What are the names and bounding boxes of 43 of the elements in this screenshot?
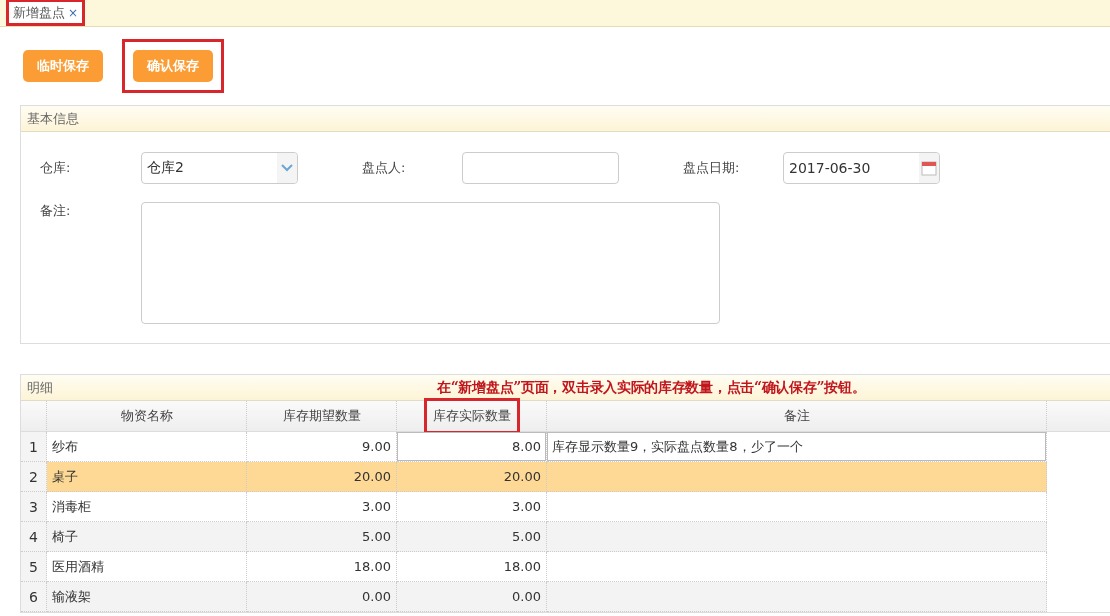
- field-label: 备注:: [40, 202, 71, 220]
- table-cell: 0.00: [397, 582, 547, 612]
- table-cell: 20.00: [397, 462, 547, 492]
- table-cell: 3.00: [247, 492, 397, 522]
- field-label: 仓库:: [40, 159, 71, 177]
- field-label: 盘点日期:: [683, 159, 740, 177]
- close-icon[interactable]: ×: [68, 5, 79, 20]
- field-label: 盘点人:: [362, 159, 406, 177]
- warehouse-select[interactable]: 仓库2: [141, 152, 298, 184]
- table-cell: 纱布: [47, 432, 247, 462]
- table-cell: 椅子: [47, 522, 247, 552]
- panel-title: 明细: [27, 378, 53, 397]
- table-cell: 20.00: [247, 462, 397, 492]
- table-cell: 输液架: [47, 582, 247, 612]
- table-cell: 18.00: [397, 552, 547, 582]
- table-cell: 0.00: [247, 582, 397, 612]
- row-number: 3: [21, 492, 47, 522]
- column-header: 库存期望数量: [281, 407, 362, 425]
- table-cell: 8.00: [397, 432, 547, 462]
- chevron-down-icon: [281, 164, 293, 172]
- date-input-field[interactable]: 2017-06-30: [783, 152, 940, 184]
- row-number: 4: [21, 522, 47, 552]
- table-cell: 5.00: [247, 522, 397, 552]
- column-header: 备注: [782, 407, 811, 425]
- row-number: 5: [21, 552, 47, 582]
- column-header: 物资名称: [119, 407, 174, 425]
- table-cell: 5.00: [397, 522, 547, 552]
- row-number: 1: [21, 432, 47, 462]
- page-tab[interactable]: 新增盘点 ×: [6, 0, 86, 26]
- row-number: 2: [21, 462, 47, 492]
- remark-text-area[interactable]: [141, 202, 720, 324]
- annotation-text: 在“新增盘点”页面，双击录入实际的库存数量，点击“确认保存”按钮。: [437, 378, 866, 397]
- table-cell: 桌子: [47, 462, 247, 492]
- calendar-icon: [921, 160, 937, 176]
- counter-input-field[interactable]: [462, 152, 619, 184]
- table-cell: 18.00: [247, 552, 397, 582]
- row-number: 6: [21, 582, 47, 612]
- table-cell: 库存显示数量9，实际盘点数量8，少了一个: [547, 432, 1047, 462]
- table-cell: 9.00: [247, 432, 397, 462]
- panel-title: 基本信息: [27, 109, 79, 128]
- table-cell: 医用酒精: [47, 552, 247, 582]
- table-cell: 消毒柜: [47, 492, 247, 522]
- table-cell: 3.00: [397, 492, 547, 522]
